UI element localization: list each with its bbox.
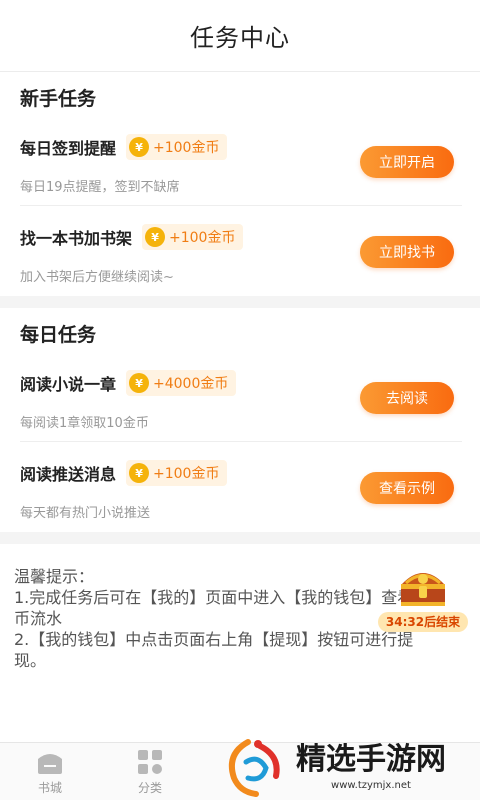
find-book-button[interactable]: 立即找书 xyxy=(360,236,454,268)
watermark-logo-icon xyxy=(228,739,280,797)
treasure-chest-widget[interactable]: 34:32后结束 xyxy=(378,566,468,636)
task-name: 每日签到提醒 xyxy=(20,139,117,158)
go-read-button[interactable]: 去阅读 xyxy=(360,382,454,414)
coin-icon: ¥ xyxy=(129,137,150,157)
watermark-text: 精选手游网 www.tzymjx.net xyxy=(296,734,446,791)
watermark-url: www.tzymjx.net xyxy=(331,780,411,791)
tab-label: 书城 xyxy=(37,781,62,795)
daily-tasks-section: 每日任务 阅读小说一章 ¥ +4000金币 每阅读1章领取10金币 去阅读 阅读… xyxy=(0,308,480,532)
view-example-button[interactable]: 查看示例 xyxy=(360,472,454,504)
section-title: 新手任务 xyxy=(20,88,97,110)
newbie-tasks-section: 新手任务 每日签到提醒 ¥ +100金币 每日19点提醒，签到不缺席 立即开启 … xyxy=(0,72,480,296)
header: 任务中心 xyxy=(0,0,480,72)
task-item: 每日签到提醒 ¥ +100金币 每日19点提醒，签到不缺席 立即开启 xyxy=(20,116,462,206)
watermark: 精选手游网 www.tzymjx.net xyxy=(218,734,480,800)
page-title: 任务中心 xyxy=(190,24,290,52)
task-desc: 每天都有热门小说推送 xyxy=(20,506,151,521)
tab-label: 分类 xyxy=(137,781,162,795)
treasure-chest-icon xyxy=(401,573,445,606)
task-desc: 加入书架后方便继续阅读~ xyxy=(20,270,174,285)
task-item: 阅读小说一章 ¥ +4000金币 每阅读1章领取10金币 去阅读 xyxy=(20,352,462,442)
task-item: 阅读推送消息 ¥ +100金币 每天都有热门小说推送 查看示例 xyxy=(20,442,462,532)
task-name: 阅读小说一章 xyxy=(20,375,117,394)
countdown-timer: 34:32后结束 xyxy=(378,612,468,632)
task-item: 找一本书加书架 ¥ +100金币 加入书架后方便继续阅读~ 立即找书 xyxy=(20,206,462,296)
enable-reminder-button[interactable]: 立即开启 xyxy=(360,146,454,178)
reward-text: +100金币 xyxy=(153,140,220,156)
reward-badge: ¥ +100金币 xyxy=(126,134,228,160)
reward-badge: ¥ +100金币 xyxy=(126,460,228,486)
watermark-title: 精选手游网 xyxy=(296,742,446,777)
coin-icon: ¥ xyxy=(129,463,150,483)
task-desc: 每日19点提醒，签到不缺席 xyxy=(20,180,180,195)
reward-badge: ¥ +100金币 xyxy=(142,224,244,250)
coin-icon: ¥ xyxy=(129,373,150,393)
reward-text: +100金币 xyxy=(153,466,220,482)
tab-bookstore[interactable]: 书城 xyxy=(0,743,100,800)
reward-badge: ¥ +4000金币 xyxy=(126,370,237,396)
reward-text: +4000金币 xyxy=(153,376,229,392)
coin-icon: ¥ xyxy=(145,227,166,247)
task-name: 阅读推送消息 xyxy=(20,465,117,484)
section-title: 每日任务 xyxy=(20,324,97,346)
category-icon xyxy=(138,750,162,774)
task-name: 找一本书加书架 xyxy=(20,229,133,248)
tab-category[interactable]: 分类 xyxy=(100,743,200,800)
task-desc: 每阅读1章领取10金币 xyxy=(20,416,149,431)
tips-text: 现。 xyxy=(14,651,47,670)
reward-text: +100金币 xyxy=(169,230,236,246)
bookstore-icon xyxy=(38,754,62,774)
